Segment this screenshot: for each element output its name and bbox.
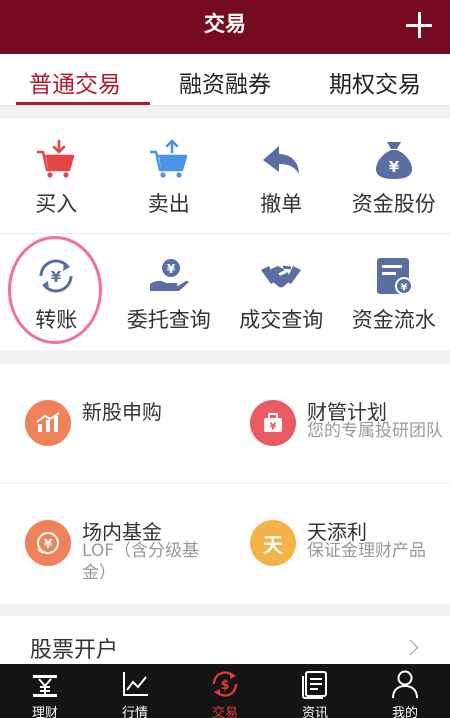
svg-text:¥: ¥ bbox=[400, 283, 407, 294]
yuan-icon bbox=[33, 675, 57, 697]
add-icon[interactable] bbox=[406, 12, 432, 38]
funds-positions-button[interactable]: ¥ 资金股份 bbox=[338, 118, 450, 233]
cancel-order-button[interactable]: 撤单 bbox=[225, 118, 338, 233]
highlight-ring bbox=[8, 236, 102, 344]
chevron-right-icon bbox=[402, 639, 419, 656]
dollar-cycle-icon: $ bbox=[212, 671, 238, 697]
hand-yuan-icon: ¥ bbox=[149, 259, 189, 291]
briefcase-icon: ¥ bbox=[250, 400, 296, 446]
money-bag-icon: ¥ bbox=[375, 142, 412, 179]
order-query-label: 委托查询 bbox=[126, 308, 211, 332]
stock-account-open-row[interactable]: 股票开户 bbox=[0, 616, 450, 664]
wealth-plan-desc: 您的专属投研团队 bbox=[307, 421, 443, 441]
deal-query-button[interactable]: 成交查询 bbox=[225, 234, 338, 350]
sell-button[interactable]: 卖出 bbox=[113, 118, 226, 233]
exchange-fund-item[interactable]: ¥ 场内基金 LOF（含分级基金） bbox=[0, 484, 225, 604]
stock-account-open-label: 股票开户 bbox=[30, 638, 119, 663]
cash-flow-button[interactable]: ¥ 资金流水 bbox=[338, 234, 450, 350]
ipo-subscription-item[interactable]: 新股申购 bbox=[0, 364, 225, 484]
order-query-button[interactable]: ¥ 委托查询 bbox=[113, 234, 226, 350]
chart-icon bbox=[25, 400, 71, 446]
trade-tabs: 普通交易 融资融券 期权交易 bbox=[0, 54, 450, 106]
tab-margin-trade[interactable]: 融资融券 bbox=[150, 54, 300, 105]
line-chart-icon bbox=[123, 672, 148, 696]
bottom-nav: 理财 行情 $ 交易 资讯 我的 bbox=[0, 664, 450, 718]
ledger-icon: ¥ bbox=[376, 258, 413, 295]
nav-news[interactable]: 资讯 bbox=[270, 664, 360, 718]
function-grid: 买入 卖出 撤单 ¥ 资金股份 ¥ 转账 ¥ 委托查询 成交查询 ¥ 资金流水 bbox=[0, 118, 450, 350]
top-bar: 交易 bbox=[0, 0, 450, 54]
nav-wealth[interactable]: 理财 bbox=[0, 664, 90, 718]
cash-flow-label: 资金流水 bbox=[351, 308, 436, 332]
sell-label: 卖出 bbox=[147, 192, 190, 216]
exchange-fund-desc: LOF（含分级基金） bbox=[82, 541, 200, 583]
transfer-button[interactable]: ¥ 转账 bbox=[0, 234, 113, 350]
tab-normal-trade[interactable]: 普通交易 bbox=[0, 54, 150, 105]
funds-positions-label: 资金股份 bbox=[351, 192, 436, 216]
page-title: 交易 bbox=[204, 12, 246, 36]
nav-market-label: 行情 bbox=[121, 706, 148, 718]
tab-options-trade[interactable]: 期权交易 bbox=[300, 54, 450, 105]
ipo-subscription-title: 新股申购 bbox=[82, 400, 162, 424]
buy-label: 买入 bbox=[35, 192, 78, 216]
svg-text:$: $ bbox=[220, 678, 229, 693]
nav-market[interactable]: 行情 bbox=[90, 664, 180, 718]
tiantianli-desc: 保证金理财产品 bbox=[307, 541, 426, 561]
nav-trade-label: 交易 bbox=[211, 706, 238, 718]
cart-up-icon bbox=[149, 139, 187, 178]
tian-glyph: 天 bbox=[263, 532, 283, 557]
buy-button[interactable]: 买入 bbox=[0, 118, 113, 233]
nav-mine-label: 我的 bbox=[391, 706, 418, 718]
cancel-order-label: 撤单 bbox=[260, 192, 303, 216]
tian-icon: 天 bbox=[250, 520, 296, 566]
document-icon bbox=[302, 671, 327, 699]
fund-icon: ¥ bbox=[25, 520, 71, 566]
undo-arrow-icon bbox=[263, 146, 300, 174]
nav-wealth-label: 理财 bbox=[31, 706, 58, 718]
nav-trade[interactable]: $ 交易 bbox=[180, 664, 270, 718]
svg-text:¥: ¥ bbox=[167, 262, 176, 276]
svg-text:¥: ¥ bbox=[44, 537, 53, 551]
nav-news-label: 资讯 bbox=[301, 706, 328, 718]
person-icon bbox=[392, 670, 418, 699]
svg-text:¥: ¥ bbox=[270, 422, 277, 433]
nav-mine[interactable]: 我的 bbox=[360, 664, 450, 718]
services-panel: 新股申购 ¥ 财管计划 您的专属投研团队 ¥ 场内基金 LOF（含分级基金） 天… bbox=[0, 364, 450, 604]
tiantianli-item[interactable]: 天 天添利 保证金理财产品 bbox=[225, 484, 450, 604]
deal-query-label: 成交查询 bbox=[239, 308, 324, 332]
wealth-plan-item[interactable]: ¥ 财管计划 您的专属投研团队 bbox=[225, 364, 450, 484]
svg-text:¥: ¥ bbox=[389, 158, 400, 176]
cart-down-icon bbox=[37, 139, 75, 178]
handshake-icon bbox=[261, 265, 302, 288]
